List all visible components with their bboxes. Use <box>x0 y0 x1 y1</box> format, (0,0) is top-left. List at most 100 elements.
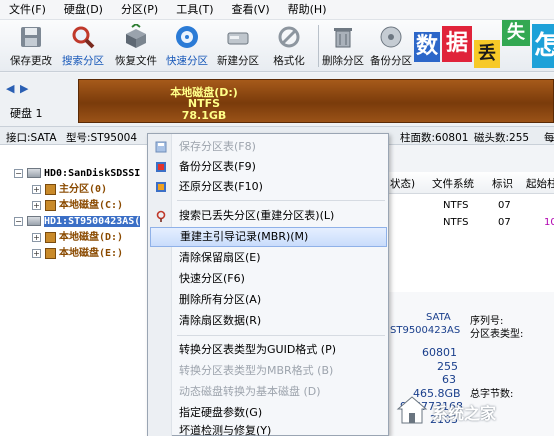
partition-icon <box>45 231 56 243</box>
context-menu: 保存分区表(F8) 备份分区表(F9) 还原分区表(F10) 搜索已丢失分区(重… <box>147 133 389 436</box>
ctx-clear-reserved-sectors[interactable]: 清除保留扇区(E) <box>150 248 387 268</box>
ad-tile-1: 数 <box>414 32 440 62</box>
recover-files-button[interactable]: 恢复文件 <box>111 23 161 69</box>
col-start-cyl[interactable]: 起始柱 <box>526 176 554 191</box>
tree-hd1-label: HD1:ST9500423AS( <box>44 216 141 227</box>
partition-block-d[interactable]: 本地磁盘(D:) NTFS 78.1GB <box>78 79 554 123</box>
expand-icon[interactable]: + <box>32 232 41 242</box>
disk-tree-panel: − HD0:SanDiskSDSSI + 主分区(0) + 本地磁盘(C:) − HD1… <box>0 145 150 436</box>
menu-bar: 文件(F) 硬盘(D) 分区(P) 工具(T) 查看(V) 帮助(H) <box>0 0 554 20</box>
magnifier-icon <box>72 26 95 49</box>
save-changes-button[interactable]: 保存更改 <box>6 23 56 69</box>
hard-disk-icon <box>27 168 41 178</box>
quick-partition-button[interactable]: 快速分区 <box>162 23 212 69</box>
partition-icon <box>45 183 56 195</box>
next-disk-arrow-icon[interactable]: ▶ <box>20 83 28 95</box>
house-logo-icon <box>396 396 428 424</box>
menu-view[interactable]: 查看(V) <box>223 0 279 20</box>
detail-heads: 255 <box>437 360 458 373</box>
format-icon <box>278 26 300 48</box>
ctx-rebuild-mbr[interactable]: 重建主引导记录(MBR)(M) <box>150 227 387 247</box>
tree-node-primary[interactable]: + 主分区(0) <box>32 181 107 197</box>
ctx-convert-to-mbr-label: 转换分区表类型为MBR格式 (B) <box>179 364 334 377</box>
search-partition-button[interactable]: 搜索分区 <box>58 23 108 69</box>
expand-icon[interactable]: + <box>32 200 41 210</box>
ctx-clear-sector-data[interactable]: 清除扇区数据(R) <box>150 311 387 331</box>
ctx-search-lost-partitions[interactable]: 搜索已丢失分区(重建分区表)(L) <box>150 206 387 226</box>
ctx-convert-to-guid[interactable]: 转换分区表类型为GUID格式 (P) <box>150 340 387 360</box>
row2-fs: NTFS <box>443 217 469 228</box>
ctx-backup-partition-table[interactable]: 备份分区表(F9) <box>150 157 387 177</box>
new-partition-button[interactable]: 新建分区 <box>213 23 263 69</box>
ctx-restore-partition-table-label: 还原分区表(F10) <box>179 180 263 193</box>
info-model: 型号:ST95004 <box>66 132 138 144</box>
partition-table-header: 状态) 文件系统 标识 起始柱 <box>380 172 554 194</box>
backup-icon <box>380 26 402 48</box>
watermark-text: 系统之家 <box>432 404 497 423</box>
ctx-save-partition-table-label: 保存分区表(F8) <box>179 140 256 153</box>
prev-disk-arrow-icon[interactable]: ◀ <box>6 83 14 95</box>
menu-partition[interactable]: 分区(P) <box>112 0 167 20</box>
tree-node-e[interactable]: + 本地磁盘(E:) <box>32 245 123 261</box>
tree-node-d[interactable]: + 本地磁盘(D:) <box>32 229 123 245</box>
tree-hd0-label: HD0:SanDiskSDSSI <box>44 168 141 179</box>
tree-e-label: 本地磁盘(E:) <box>59 248 124 259</box>
new-partition-label: 新建分区 <box>217 55 259 67</box>
new-partition-icon <box>227 32 249 45</box>
ctx-specify-disk-params[interactable]: 指定硬盘参数(G) <box>150 403 387 423</box>
row1-fs: NTFS <box>443 200 469 211</box>
col-id[interactable]: 标识 <box>492 176 513 191</box>
ad-tile-2: 据 <box>442 26 472 62</box>
detail-cyl: 60801 <box>422 346 457 359</box>
restore-table-icon <box>156 182 166 192</box>
ctx-quick-partition[interactable]: 快速分区(F6) <box>150 269 387 289</box>
ctx-save-partition-table[interactable]: 保存分区表(F8) <box>150 137 387 157</box>
disk-label: 硬盘 1 <box>10 107 43 120</box>
recover-files-label: 恢复文件 <box>115 55 157 67</box>
recover-box-icon <box>126 24 146 48</box>
expand-icon[interactable]: + <box>32 184 41 194</box>
ctx-quick-partition-label: 快速分区(F6) <box>179 272 245 285</box>
ctx-convert-to-guid-label: 转换分区表类型为GUID格式 (P) <box>179 343 337 356</box>
partition-icon <box>45 247 56 259</box>
tree-node-hd0[interactable]: − HD0:SanDiskSDSSI <box>14 165 140 181</box>
col-status[interactable]: 状态) <box>390 176 415 191</box>
hard-disk-icon <box>27 216 41 226</box>
ctx-clear-sector-data-label: 清除扇区数据(R) <box>179 314 262 327</box>
ctx-bad-sector-check[interactable]: 坏道检测与修复(Y) <box>150 421 387 436</box>
tree-node-hd1[interactable]: − HD1:ST9500423AS( <box>14 213 141 229</box>
ctx-delete-all-partitions-label: 删除所有分区(A) <box>179 293 262 306</box>
backup-partition-button[interactable]: 备份分区 <box>366 23 416 69</box>
col-filesystem[interactable]: 文件系统 <box>432 176 474 191</box>
menu-tools[interactable]: 工具(T) <box>167 0 222 20</box>
backup-partition-label: 备份分区 <box>370 55 412 67</box>
partition-icon <box>45 199 56 211</box>
ctx-dynamic-to-basic[interactable]: 动态磁盘转换为基本磁盘 (D) <box>150 382 387 402</box>
tree-c-label: 本地磁盘(C:) <box>59 200 124 211</box>
delete-partition-button[interactable]: 删除分区 <box>318 23 368 69</box>
ad-tile-4: 失 <box>502 20 530 46</box>
ad-banner[interactable]: 数 据 丢 失 怎 <box>410 20 554 72</box>
trash-icon <box>334 28 352 48</box>
menu-file[interactable]: 文件(F) <box>0 0 55 20</box>
menu-disk[interactable]: 硬盘(D) <box>55 0 112 20</box>
tree-node-c[interactable]: + 本地磁盘(C:) <box>32 197 123 213</box>
expand-icon[interactable]: + <box>32 248 41 258</box>
collapse-icon[interactable]: − <box>14 168 23 178</box>
ctx-restore-partition-table[interactable]: 还原分区表(F10) <box>150 177 387 197</box>
format-button[interactable]: 格式化 <box>264 23 314 69</box>
format-label: 格式化 <box>273 55 305 67</box>
search-partition-label: 搜索分区 <box>62 55 104 67</box>
detail-ptype-label: 分区表类型: <box>470 329 524 340</box>
ctx-rebuild-mbr-label: 重建主引导记录(MBR)(M) <box>180 230 309 243</box>
menu-help[interactable]: 帮助(H) <box>279 0 336 20</box>
info-heads: 磁头数:255 <box>474 132 530 144</box>
watermark: 系统之家 <box>392 386 554 436</box>
collapse-icon[interactable]: − <box>14 216 23 226</box>
ctx-convert-to-mbr[interactable]: 转换分区表类型为MBR格式 (B) <box>150 361 387 381</box>
tree-d-label: 本地磁盘(D:) <box>59 232 124 243</box>
ctx-delete-all-partitions[interactable]: 删除所有分区(A) <box>150 290 387 310</box>
detail-sectors: 63 <box>442 373 456 386</box>
detail-model: ST9500423AS <box>390 325 461 336</box>
save-disk-icon <box>21 27 41 47</box>
